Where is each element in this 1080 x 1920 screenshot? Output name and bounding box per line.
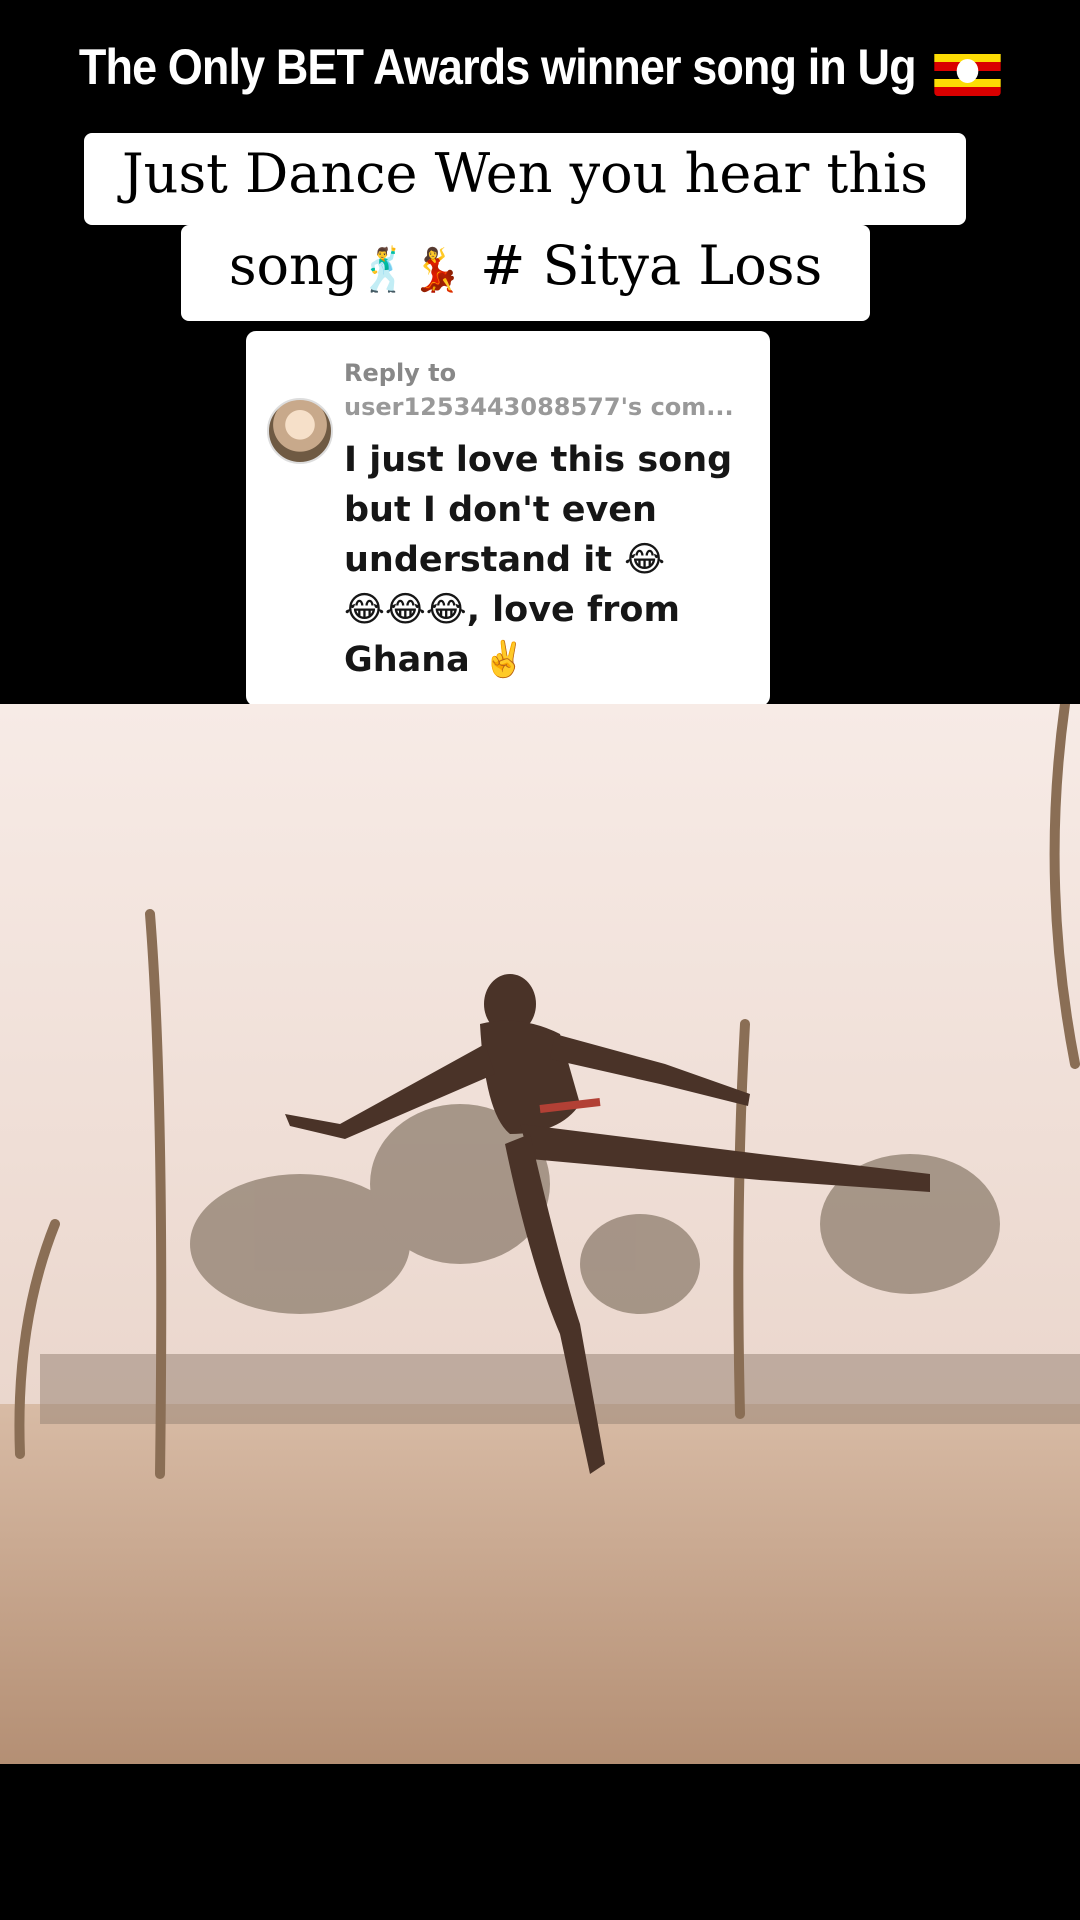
woman-dancing-icon: 💃 [410,245,463,294]
comment-line: 😂😂😂, love from [344,590,680,630]
man-dancing-icon: 🕺 [358,245,411,294]
comment-line: but I don't even [344,490,657,530]
video-title-text: The Only BET Awards winner song in Ug [78,39,917,95]
caption-line-1: Just Dance Wen you hear this [84,133,966,225]
comment-line: Ghana ✌️ [344,640,526,680]
video-title: The Only BET Awards winner song in Ug [54,38,1026,96]
caption-line-1-text: Just Dance Wen you hear this [122,142,928,205]
video-frame[interactable] [0,704,1080,1764]
reply-username[interactable]: user1253443088577's com... [344,393,734,421]
avatar[interactable] [267,398,333,464]
caption-line-2-suffix: # Sitya Loss [462,234,823,297]
comment-line: understand it 😂 [344,540,666,580]
reply-comment-card[interactable]: Reply to user1253443088577's com... I ju… [246,331,770,706]
reply-comment-text: I just love this song but I don't even u… [344,435,744,685]
reply-label: Reply to [344,359,457,387]
comment-line: I just love this song [344,440,733,480]
caption-line-2-prefix: song [228,234,359,297]
dancer-photo [0,704,1080,1764]
caption-line-2: song🕺💃 # Sitya Loss [181,225,870,321]
uganda-flag-icon [934,45,1002,96]
